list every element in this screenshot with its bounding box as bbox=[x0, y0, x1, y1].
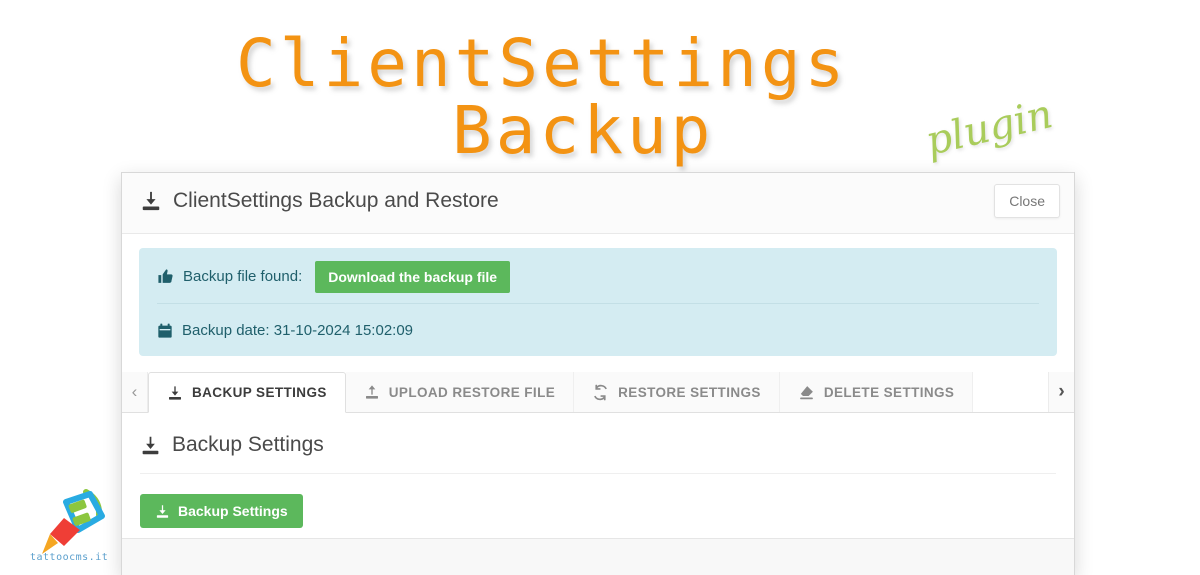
backup-date-row: Backup date: 31-10-2024 15:02:09 bbox=[139, 304, 1057, 357]
backup-status-alert: Backup file found: Download the backup f… bbox=[139, 248, 1057, 356]
close-button[interactable]: Close bbox=[994, 184, 1060, 218]
backup-restore-modal: ClientSettings Backup and Restore Close … bbox=[121, 172, 1075, 575]
tab-panel-backup-settings: Backup Settings Backup Settings bbox=[122, 413, 1074, 528]
refresh-icon bbox=[592, 384, 609, 401]
decorative-banner: ClientSettings Backup plugin bbox=[0, 0, 1200, 172]
tab-bar: ‹ BACKUP SETTINGS UPLOAD RESTORE FILE RE… bbox=[122, 372, 1074, 413]
tab-label: BACKUP SETTINGS bbox=[192, 385, 327, 400]
download-box-icon bbox=[167, 385, 183, 401]
tab-restore-settings[interactable]: RESTORE SETTINGS bbox=[574, 372, 780, 412]
banner-title-line-2: Backup bbox=[452, 92, 715, 169]
tab-scroll-right-button[interactable]: › bbox=[1048, 372, 1074, 412]
modal-header: ClientSettings Backup and Restore Close bbox=[122, 173, 1074, 234]
backup-date-label: Backup date: 31-10-2024 15:02:09 bbox=[182, 322, 414, 339]
tab-label: DELETE SETTINGS bbox=[823, 384, 955, 400]
tab-upload-restore-file[interactable]: UPLOAD RESTORE FILE bbox=[345, 372, 575, 412]
modal-title-group: ClientSettings Backup and Restore bbox=[140, 189, 499, 213]
backup-found-row: Backup file found: Download the backup f… bbox=[139, 250, 1057, 303]
section-heading: Backup Settings bbox=[172, 433, 324, 456]
modal-footer bbox=[122, 538, 1074, 575]
download-box-icon bbox=[140, 435, 161, 456]
download-box-icon bbox=[155, 504, 170, 519]
backup-settings-button[interactable]: Backup Settings bbox=[140, 494, 303, 528]
tab-scroll-left-button[interactable]: ‹ bbox=[122, 372, 148, 412]
download-box-icon bbox=[140, 190, 162, 212]
upload-box-icon bbox=[364, 384, 380, 400]
tab-backup-settings[interactable]: BACKUP SETTINGS bbox=[148, 372, 346, 413]
backup-found-label: Backup file found: bbox=[183, 268, 303, 285]
banner-plugin-label: plugin bbox=[921, 91, 1057, 165]
section-divider bbox=[140, 473, 1056, 474]
thumbs-up-icon bbox=[157, 268, 174, 285]
calendar-icon bbox=[157, 323, 173, 339]
tab-label: RESTORE SETTINGS bbox=[618, 384, 761, 400]
tattoo-machine-icon bbox=[42, 489, 105, 554]
tab-label: UPLOAD RESTORE FILE bbox=[388, 384, 556, 400]
download-backup-button[interactable]: Download the backup file bbox=[315, 260, 511, 293]
tab-list: BACKUP SETTINGS UPLOAD RESTORE FILE REST… bbox=[148, 372, 974, 413]
logo-caption: tattoocms.it bbox=[30, 552, 109, 563]
tattoocms-logo: tattoocms.it bbox=[28, 486, 124, 574]
backup-settings-button-label: Backup Settings bbox=[178, 503, 288, 519]
eraser-icon bbox=[798, 384, 815, 401]
tab-delete-settings[interactable]: DELETE SETTINGS bbox=[779, 372, 974, 412]
banner-title-line-1: ClientSettings bbox=[236, 25, 849, 102]
section-heading-group: Backup Settings bbox=[140, 433, 1056, 473]
page-title: ClientSettings Backup and Restore bbox=[173, 189, 499, 212]
